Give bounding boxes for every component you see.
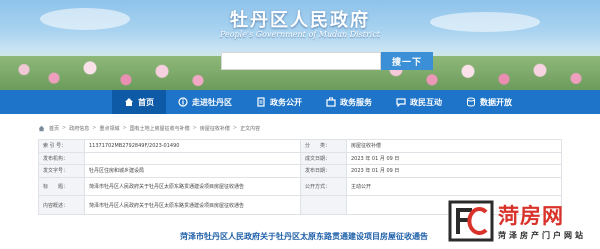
breadcrumb-current: 正文内容	[240, 125, 261, 132]
service-icon	[326, 97, 336, 107]
info-value: 房屋征收补偿	[346, 139, 562, 153]
breadcrumb-item[interactable]: 首页	[49, 125, 59, 132]
info-value: 2023 年 01 月 09 日	[346, 151, 562, 165]
info-value: 11371702MB2792849F/2023-01490	[84, 139, 301, 153]
info-value: 菏泽市牡丹区人民政府关于牡丹区太原东路贯通建设项目房屋征收通告	[84, 195, 301, 215]
info-label: 发布机构：	[38, 151, 85, 165]
table-row: 发文字号： 牡丹区住房和城乡建设局 发布日期： 2023 年 01 月 09 日	[38, 164, 562, 178]
breadcrumb-item[interactable]: 重点领域	[99, 125, 119, 132]
breadcrumb-separator: >	[232, 125, 238, 131]
logo-mark-icon	[448, 200, 494, 242]
info-label	[300, 195, 347, 215]
nav-item-public-affairs[interactable]: 政务公开	[244, 90, 314, 114]
info-value: 主动公开	[346, 176, 562, 197]
breadcrumb-separator: >	[62, 125, 67, 131]
info-label: 公开方式：	[300, 176, 347, 197]
info-value	[84, 151, 301, 165]
article-title: 菏泽市牡丹区人民政府关于牡丹区太原东路贯通建设项目房屋征收通告	[180, 232, 428, 241]
search-button[interactable]: 搜一下	[381, 52, 433, 70]
breadcrumb-item[interactable]: 房屋征收补偿	[200, 125, 230, 132]
info-label: 内容概述：	[38, 195, 85, 215]
breadcrumb-separator: >	[92, 125, 97, 131]
site-title: 牡丹区人民政府	[230, 10, 370, 31]
info-value: 2023 年 01 月 09 日	[346, 164, 562, 178]
info-label: 索 引 号：	[38, 139, 85, 153]
breadcrumb-item[interactable]: 国有土地上房屋征收与补偿	[130, 125, 190, 132]
nav-item-services[interactable]: 政务服务	[314, 90, 384, 114]
breadcrumb-separator: >	[192, 125, 197, 131]
data-icon	[466, 97, 476, 107]
breadcrumb-item[interactable]: 政府信息	[69, 125, 89, 132]
info-value: 牡丹区住房和城乡建设局	[84, 164, 301, 178]
nav-item-about[interactable]: 走进牡丹区	[166, 90, 244, 114]
nav-item-label: 政务服务	[340, 97, 372, 107]
watermark-subtitle: 菏泽房产门户网站	[498, 231, 586, 240]
document-icon	[256, 97, 266, 107]
info-label: 发布日期：	[300, 164, 347, 178]
breadcrumb-separator: >	[122, 125, 127, 131]
info-label: 标 题：	[38, 176, 85, 197]
nav-item-open-data[interactable]: 数据开放	[454, 90, 524, 114]
nav-item-label: 政务公开	[270, 97, 302, 107]
nav-item-label: 数据开放	[480, 97, 512, 107]
table-row: 发布机构： 成文日期： 2023 年 01 月 09 日	[38, 151, 562, 165]
home-icon	[124, 97, 134, 107]
search-box	[221, 52, 381, 74]
site-subtitle: People's Government of Mudan District	[219, 30, 381, 39]
home-icon	[38, 125, 45, 131]
nav-item-interaction[interactable]: 政民互动	[384, 90, 454, 114]
breadcrumb: 首页 > 政府信息 > 重点领域 > 国有土地上房屋征收与补偿 > 房屋征收补偿…	[38, 123, 261, 133]
nav-item-label: 政民互动	[410, 97, 442, 107]
watermark-name: 菏房网	[498, 204, 564, 228]
info-label: 分 类：	[300, 139, 347, 153]
header-banner: 牡丹区人民政府 People's Government of Mudan Dis…	[0, 0, 600, 90]
nav-item-label: 走进牡丹区	[192, 97, 232, 107]
search-input[interactable]	[222, 57, 380, 74]
info-label: 成文日期：	[300, 151, 347, 165]
table-row: 标 题： 菏泽市牡丹区人民政府关于牡丹区太原东路贯通建设项目房屋征收通告 公开方…	[38, 176, 562, 197]
watermark-logo: 菏房网 菏泽房产门户网站	[448, 197, 598, 247]
table-row: 索 引 号： 11371702MB2792849F/2023-01490 分 类…	[38, 139, 562, 153]
info-value: 菏泽市牡丹区人民政府关于牡丹区太原东路贯通建设项目房屋征收通告	[84, 176, 301, 197]
chat-icon	[396, 97, 406, 107]
nav-item-home[interactable]: 首页	[112, 90, 166, 114]
info-icon	[178, 97, 188, 107]
main-nav: 首页 走进牡丹区 政务公开 政务服务 政民互动 数据开放	[0, 90, 600, 114]
info-label: 发文字号：	[38, 164, 85, 178]
nav-item-label: 首页	[138, 97, 154, 107]
